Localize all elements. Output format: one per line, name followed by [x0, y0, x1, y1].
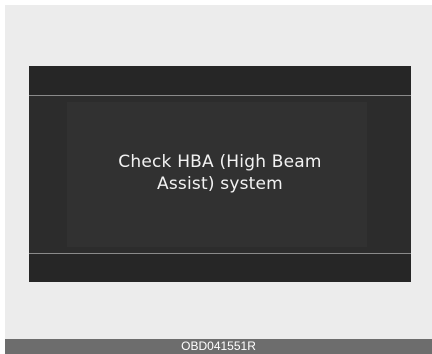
display-top-bar	[29, 66, 411, 96]
figure-code: OBD041551R	[181, 339, 256, 353]
warning-message-line-2: Assist) system	[157, 174, 283, 194]
display-bottom-bar	[29, 253, 411, 282]
warning-message: Check HBA (High Beam Assist) system	[29, 151, 411, 195]
warning-message-line-1: Check HBA (High Beam	[118, 152, 322, 172]
cluster-display: Check HBA (High Beam Assist) system	[29, 66, 411, 282]
caption-bar: OBD041551R	[5, 339, 432, 354]
